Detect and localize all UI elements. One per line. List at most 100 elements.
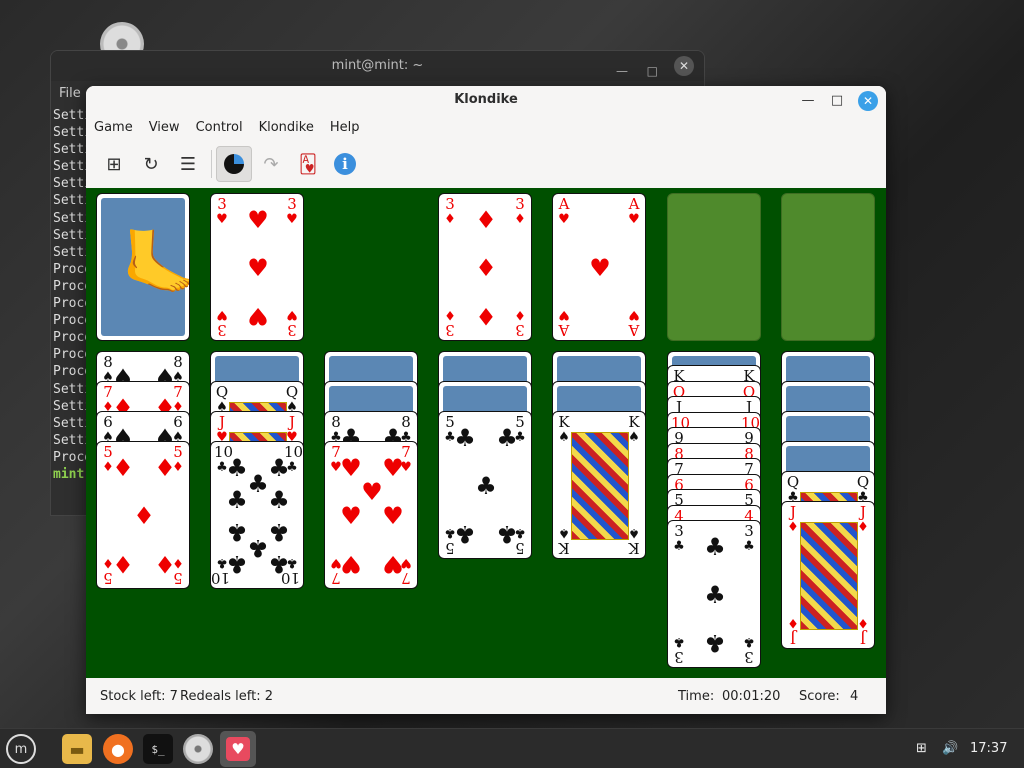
card-suit-icon: ♦ xyxy=(787,520,799,535)
card-pip-icon: ♣ xyxy=(704,581,726,609)
maximize-button[interactable]: □ xyxy=(827,91,847,111)
card-suit-icon: ♥ xyxy=(628,212,640,227)
network-icon[interactable]: ⊞ xyxy=(916,741,927,756)
window-title: Klondike xyxy=(454,92,518,107)
playing-card[interactable]: 3 ♦ 3 ♦ 3 ♦ 3 ♦ ♦ ♦ ♦ xyxy=(438,193,532,341)
maximize-icon[interactable]: □ xyxy=(647,56,658,86)
card-index-bottom: J ♦ xyxy=(785,615,801,647)
klondike-window[interactable]: Klondike — □ ✕ Game View Control Klondik… xyxy=(86,86,886,714)
playing-card[interactable]: 5 ♦ 5 ♦ 5 ♦ 5 ♦ ♦ ♦ ♦ ♦ ♦ xyxy=(96,441,190,589)
card-pip-icon: ♦ xyxy=(154,454,176,482)
playing-card[interactable]: A ♥ A ♥ A ♥ A ♥ ♥ xyxy=(552,193,646,341)
card-pip-icon: ♣ xyxy=(268,486,290,514)
redeals-left-label: Redeals left: 2 xyxy=(180,689,274,704)
undo-icon xyxy=(224,154,244,174)
card-pip-icon: ♦ xyxy=(154,550,176,578)
select-game-button[interactable]: ☰ xyxy=(170,146,206,182)
card-pip-icon: ♥ xyxy=(340,454,362,482)
card-pip-icon: ♥ xyxy=(382,502,404,530)
minimize-button[interactable]: — xyxy=(798,91,818,111)
playing-card[interactable]: 3 ♣ 3 ♣ 3 ♣ 3 ♣ ♣ ♣ ♣ xyxy=(667,520,761,668)
card-suit-icon: ♥ xyxy=(558,307,570,322)
card-pip-icon: ♥ xyxy=(382,550,404,578)
playing-card[interactable]: K♠K♠K♠K♠ xyxy=(552,411,646,559)
card-index-top: J ♦ xyxy=(785,503,801,536)
card-rank: A xyxy=(558,321,570,339)
solitaire-taskbar-item[interactable]: ♥ xyxy=(220,731,256,767)
score-value: 4 xyxy=(850,689,859,704)
playing-card[interactable]: 10 ♣ 10 ♣ 10 ♣ 10 ♣ ♣ ♣ ♣ ♣ ♣ ♣ ♣ ♣ ♣ ♣ xyxy=(210,441,304,589)
clock[interactable]: 17:37 xyxy=(970,741,1007,756)
card-suit-icon: ♥ xyxy=(216,212,228,227)
card-pip-icon: ♣ xyxy=(704,629,726,657)
card-index-top: 3 ♣ xyxy=(671,524,687,555)
card-rank: K xyxy=(558,539,570,557)
card-index-bottom-right: 3 ♦ xyxy=(512,307,528,339)
restart-button[interactable]: ↻ xyxy=(133,146,169,182)
undo-button[interactable] xyxy=(216,146,252,182)
card-index-top: A ♥ xyxy=(556,197,572,228)
card-pip-icon: ♣ xyxy=(226,486,248,514)
game-board[interactable]: 🦶3♥3♥3♥3♥♥♥♥3♦3♦3♦3♦♦♦♦A♥A♥A♥A♥♥8♠8♠8♠8♠… xyxy=(86,188,886,678)
time-value: 00:01:20 xyxy=(722,689,781,704)
terminal-close-button[interactable]: ✕ xyxy=(674,56,694,76)
card-rank: 3 xyxy=(744,522,754,540)
menu-game[interactable]: Game xyxy=(94,116,141,140)
card-suit-icon: ♦ xyxy=(514,212,526,227)
card-pip-icon: ♥ xyxy=(247,254,269,282)
card-rank: 3 xyxy=(445,321,455,339)
card-pip-icon: ♣ xyxy=(475,472,497,500)
toolbar-separator xyxy=(211,150,212,178)
playing-card[interactable]: 5 ♣ 5 ♣ 5 ♣ 5 ♣ ♣ ♣ ♣ ♣ ♣ xyxy=(438,411,532,559)
menu-help[interactable]: Help xyxy=(330,116,368,140)
card-pip-icon: ♣ xyxy=(704,533,726,561)
foundation-slot[interactable] xyxy=(667,193,761,341)
card-pip-icon: ♣ xyxy=(496,424,518,452)
card-pip-icon: ♦ xyxy=(475,302,497,330)
playing-card[interactable]: J ♦ J ♦ J ♦ J ♦ xyxy=(781,501,875,649)
card-rank: J xyxy=(288,413,295,431)
card-rank: J xyxy=(789,503,796,521)
card-pip-icon: ♣ xyxy=(454,424,476,452)
card-index-top: 3 ♥ xyxy=(214,197,230,228)
status-bar: Stock left: 7 Redeals left: 2 Time: 00:0… xyxy=(86,678,886,714)
card-back[interactable]: 🦶 xyxy=(96,193,190,341)
disc-icon[interactable] xyxy=(183,734,213,764)
terminal-icon[interactable]: $_ xyxy=(143,734,173,764)
volume-icon[interactable]: 🔊 xyxy=(942,741,958,756)
terminal-title: mint@mint: ~ xyxy=(331,58,424,73)
card-rank: J xyxy=(860,629,867,647)
close-button[interactable]: ✕ xyxy=(858,91,878,111)
card-suit-icon: ♦ xyxy=(787,615,799,630)
menu-view[interactable]: View xyxy=(149,116,188,140)
card-pip-icon: ♥ xyxy=(589,254,611,282)
hint-button[interactable]: 🂱 xyxy=(290,146,326,182)
restart-icon: ↻ xyxy=(143,153,159,175)
firefox-icon[interactable]: ● xyxy=(103,734,133,764)
card-rank: 3 xyxy=(515,195,525,213)
card-pip-icon: ♣ xyxy=(454,520,476,548)
redo-button[interactable]: ↷ xyxy=(253,146,289,182)
files-icon[interactable]: ▬ xyxy=(62,734,92,764)
menu-icon[interactable]: m xyxy=(6,734,36,764)
new-game-button[interactable]: ⊞ xyxy=(96,146,132,182)
playing-card[interactable]: 7 ♥ 7 ♥ 7 ♥ 7 ♥ ♥ ♥ ♥ ♥ ♥ ♥ ♥ xyxy=(324,441,418,589)
info-icon: i xyxy=(334,153,356,175)
card-suit-icon: ♥ xyxy=(628,307,640,322)
menu-control[interactable]: Control xyxy=(196,116,251,140)
redo-icon: ↷ xyxy=(263,153,279,175)
card-rank: Q xyxy=(786,473,800,491)
window-titlebar: Klondike — □ ✕ xyxy=(86,86,886,116)
score-label: Score: xyxy=(799,689,840,704)
foundation-slot[interactable] xyxy=(781,193,875,341)
card-suit-icon: ♠ xyxy=(558,430,570,445)
menu-klondike[interactable]: Klondike xyxy=(259,116,322,140)
card-index-top-right: 3 ♥ xyxy=(284,197,300,228)
card-rank: 3 xyxy=(515,321,525,339)
card-suit-icon: ♥ xyxy=(216,307,228,322)
minimize-icon[interactable]: — xyxy=(616,56,628,86)
card-rank: J xyxy=(859,503,866,521)
card-index-bottom: 3 ♦ xyxy=(442,307,458,339)
playing-card[interactable]: 3 ♥ 3 ♥ 3 ♥ 3 ♥ ♥ ♥ ♥ xyxy=(210,193,304,341)
info-button[interactable]: i xyxy=(327,146,363,182)
